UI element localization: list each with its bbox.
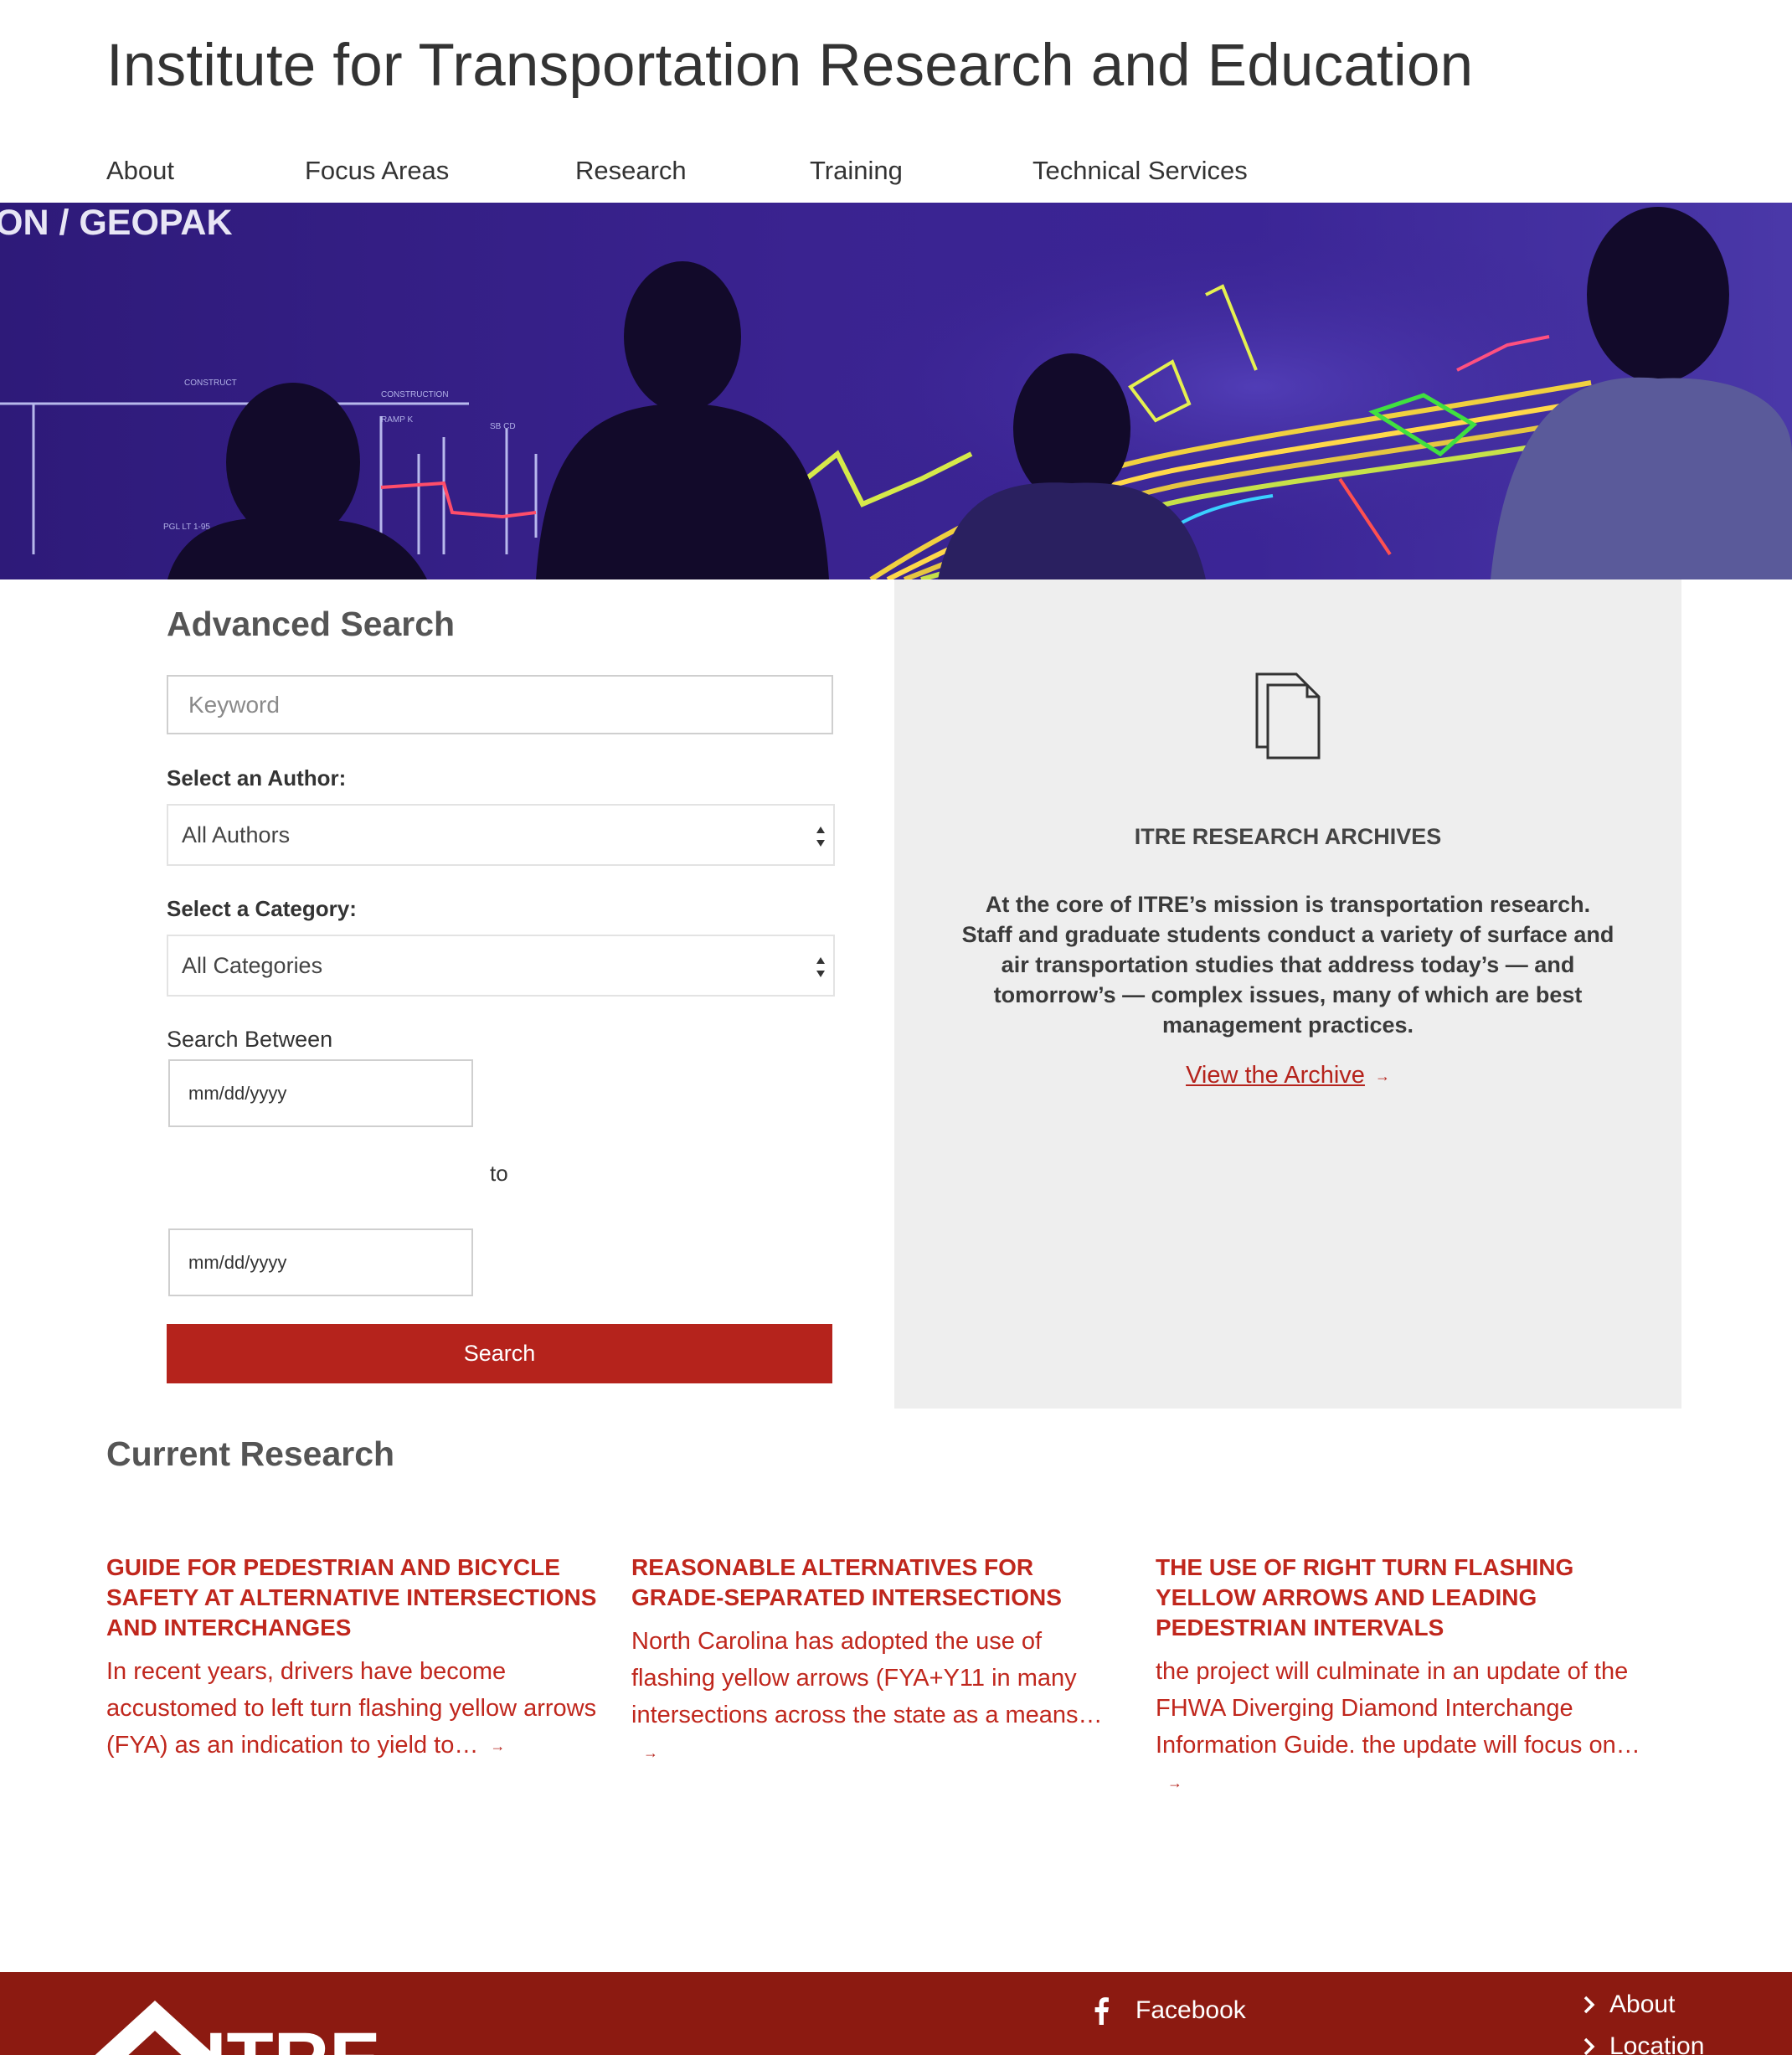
- facebook-link[interactable]: Facebook: [1089, 1994, 1246, 2027]
- site-footer: ITRE Facebook About Location: [0, 1972, 1792, 2055]
- itre-logo: ITRE: [95, 2001, 381, 2055]
- date-from-placeholder: mm/dd/yyyy: [188, 1083, 287, 1104]
- research-excerpt-text: the project will culminate in an update …: [1156, 1658, 1640, 1759]
- research-title[interactable]: Guide for Pedestrian and Bicycle Safety …: [106, 1553, 600, 1643]
- facebook-icon: [1094, 1997, 1109, 2025]
- hero-illustration: CONSTRUCT CONSTRUCTION RAMP K SB CD PGL …: [0, 207, 1792, 579]
- view-archive-label: View the Archive: [1186, 1062, 1365, 1089]
- svg-text:RAMP K: RAMP K: [381, 415, 413, 425]
- author-select[interactable]: All Authors: [167, 804, 835, 866]
- site-title: Institute for Transportation Research an…: [106, 33, 1474, 99]
- footer-link-location[interactable]: Location: [1583, 2032, 1704, 2055]
- svg-text:PGL LT 1-95: PGL LT 1-95: [163, 523, 210, 532]
- nav-item-training[interactable]: Training: [810, 156, 903, 186]
- main-nav: About Focus Areas Research Training Tech…: [106, 156, 1446, 189]
- arrow-right-icon[interactable]: →: [1167, 1774, 1182, 1791]
- research-excerpt: the project will culminate in an update …: [1156, 1653, 1650, 1801]
- category-select[interactable]: All Categories: [167, 935, 835, 997]
- research-excerpt: North Carolina has adopted the use of fl…: [631, 1623, 1125, 1771]
- hero-screen-label: ON / GEOPAK: [0, 203, 233, 243]
- research-card[interactable]: Reasonable Alternatives for Grade-Separa…: [631, 1553, 1125, 1771]
- select-arrows-icon: [816, 827, 825, 847]
- date-to-placeholder: mm/dd/yyyy: [188, 1252, 287, 1273]
- hero-image: CONSTRUCT CONSTRUCTION RAMP K SB CD PGL …: [0, 203, 1792, 579]
- arrow-right-icon[interactable]: →: [643, 1744, 658, 1761]
- research-archives-panel: ITRE RESEARCH ARCHIVES At the core of IT…: [894, 579, 1681, 1409]
- nav-item-focus-areas[interactable]: Focus Areas: [305, 156, 449, 186]
- research-excerpt-text: North Carolina has adopted the use of fl…: [631, 1628, 1103, 1728]
- date-range-to-label: to: [490, 1161, 508, 1186]
- advanced-search-heading: Advanced Search: [167, 605, 456, 643]
- current-research-heading: Current Research: [106, 1434, 395, 1473]
- search-between-label: Search Between: [167, 1027, 333, 1052]
- research-excerpt: In recent years, drivers have become acc…: [106, 1653, 600, 1764]
- chevron-right-icon: [1583, 1996, 1595, 2014]
- category-label: Select a Category:: [167, 896, 357, 921]
- arrow-right-icon: →: [1374, 1067, 1390, 1084]
- footer-link-label: About: [1609, 1991, 1676, 2018]
- author-select-value: All Authors: [182, 822, 291, 847]
- nav-item-about[interactable]: About: [106, 156, 174, 186]
- footer-link-label: Location: [1609, 2032, 1705, 2055]
- svg-text:CONSTRUCTION: CONSTRUCTION: [381, 390, 449, 399]
- research-title[interactable]: Reasonable Alternatives for Grade-Separa…: [631, 1553, 1125, 1613]
- author-label: Select an Author:: [167, 765, 347, 791]
- nav-item-technical-services[interactable]: Technical Services: [1032, 156, 1248, 186]
- research-card[interactable]: Guide for Pedestrian and Bicycle Safety …: [106, 1553, 600, 1764]
- nav-item-research[interactable]: Research: [575, 156, 687, 186]
- research-title[interactable]: The Use of Right Turn Flashing Yellow Ar…: [1156, 1553, 1650, 1643]
- search-button[interactable]: Search: [167, 1324, 832, 1383]
- svg-text:SB CD: SB CD: [490, 422, 516, 431]
- archive-description: At the core of ITRE’s mission is transpo…: [961, 892, 1614, 1038]
- chevron-right-icon: [1583, 2037, 1595, 2055]
- svg-text:CONSTRUCT: CONSTRUCT: [184, 379, 237, 388]
- category-select-value: All Categories: [182, 953, 323, 978]
- keyword-input[interactable]: [167, 675, 833, 734]
- arrow-right-icon[interactable]: →: [490, 1738, 505, 1754]
- view-archive-link[interactable]: View the Archive →: [894, 1062, 1681, 1089]
- documents-icon: [1255, 672, 1321, 760]
- select-arrows-icon: [816, 957, 825, 977]
- footer-link-about[interactable]: About: [1583, 1991, 1675, 2019]
- archive-title: ITRE RESEARCH ARCHIVES: [1134, 824, 1442, 849]
- itre-logo-text: ITRE: [205, 2017, 381, 2055]
- facebook-label: Facebook: [1135, 1996, 1246, 2024]
- date-from-input[interactable]: mm/dd/yyyy: [168, 1059, 473, 1127]
- research-card[interactable]: The Use of Right Turn Flashing Yellow Ar…: [1156, 1553, 1650, 1801]
- research-excerpt-text: In recent years, drivers have become acc…: [106, 1658, 597, 1759]
- date-to-input[interactable]: mm/dd/yyyy: [168, 1228, 473, 1296]
